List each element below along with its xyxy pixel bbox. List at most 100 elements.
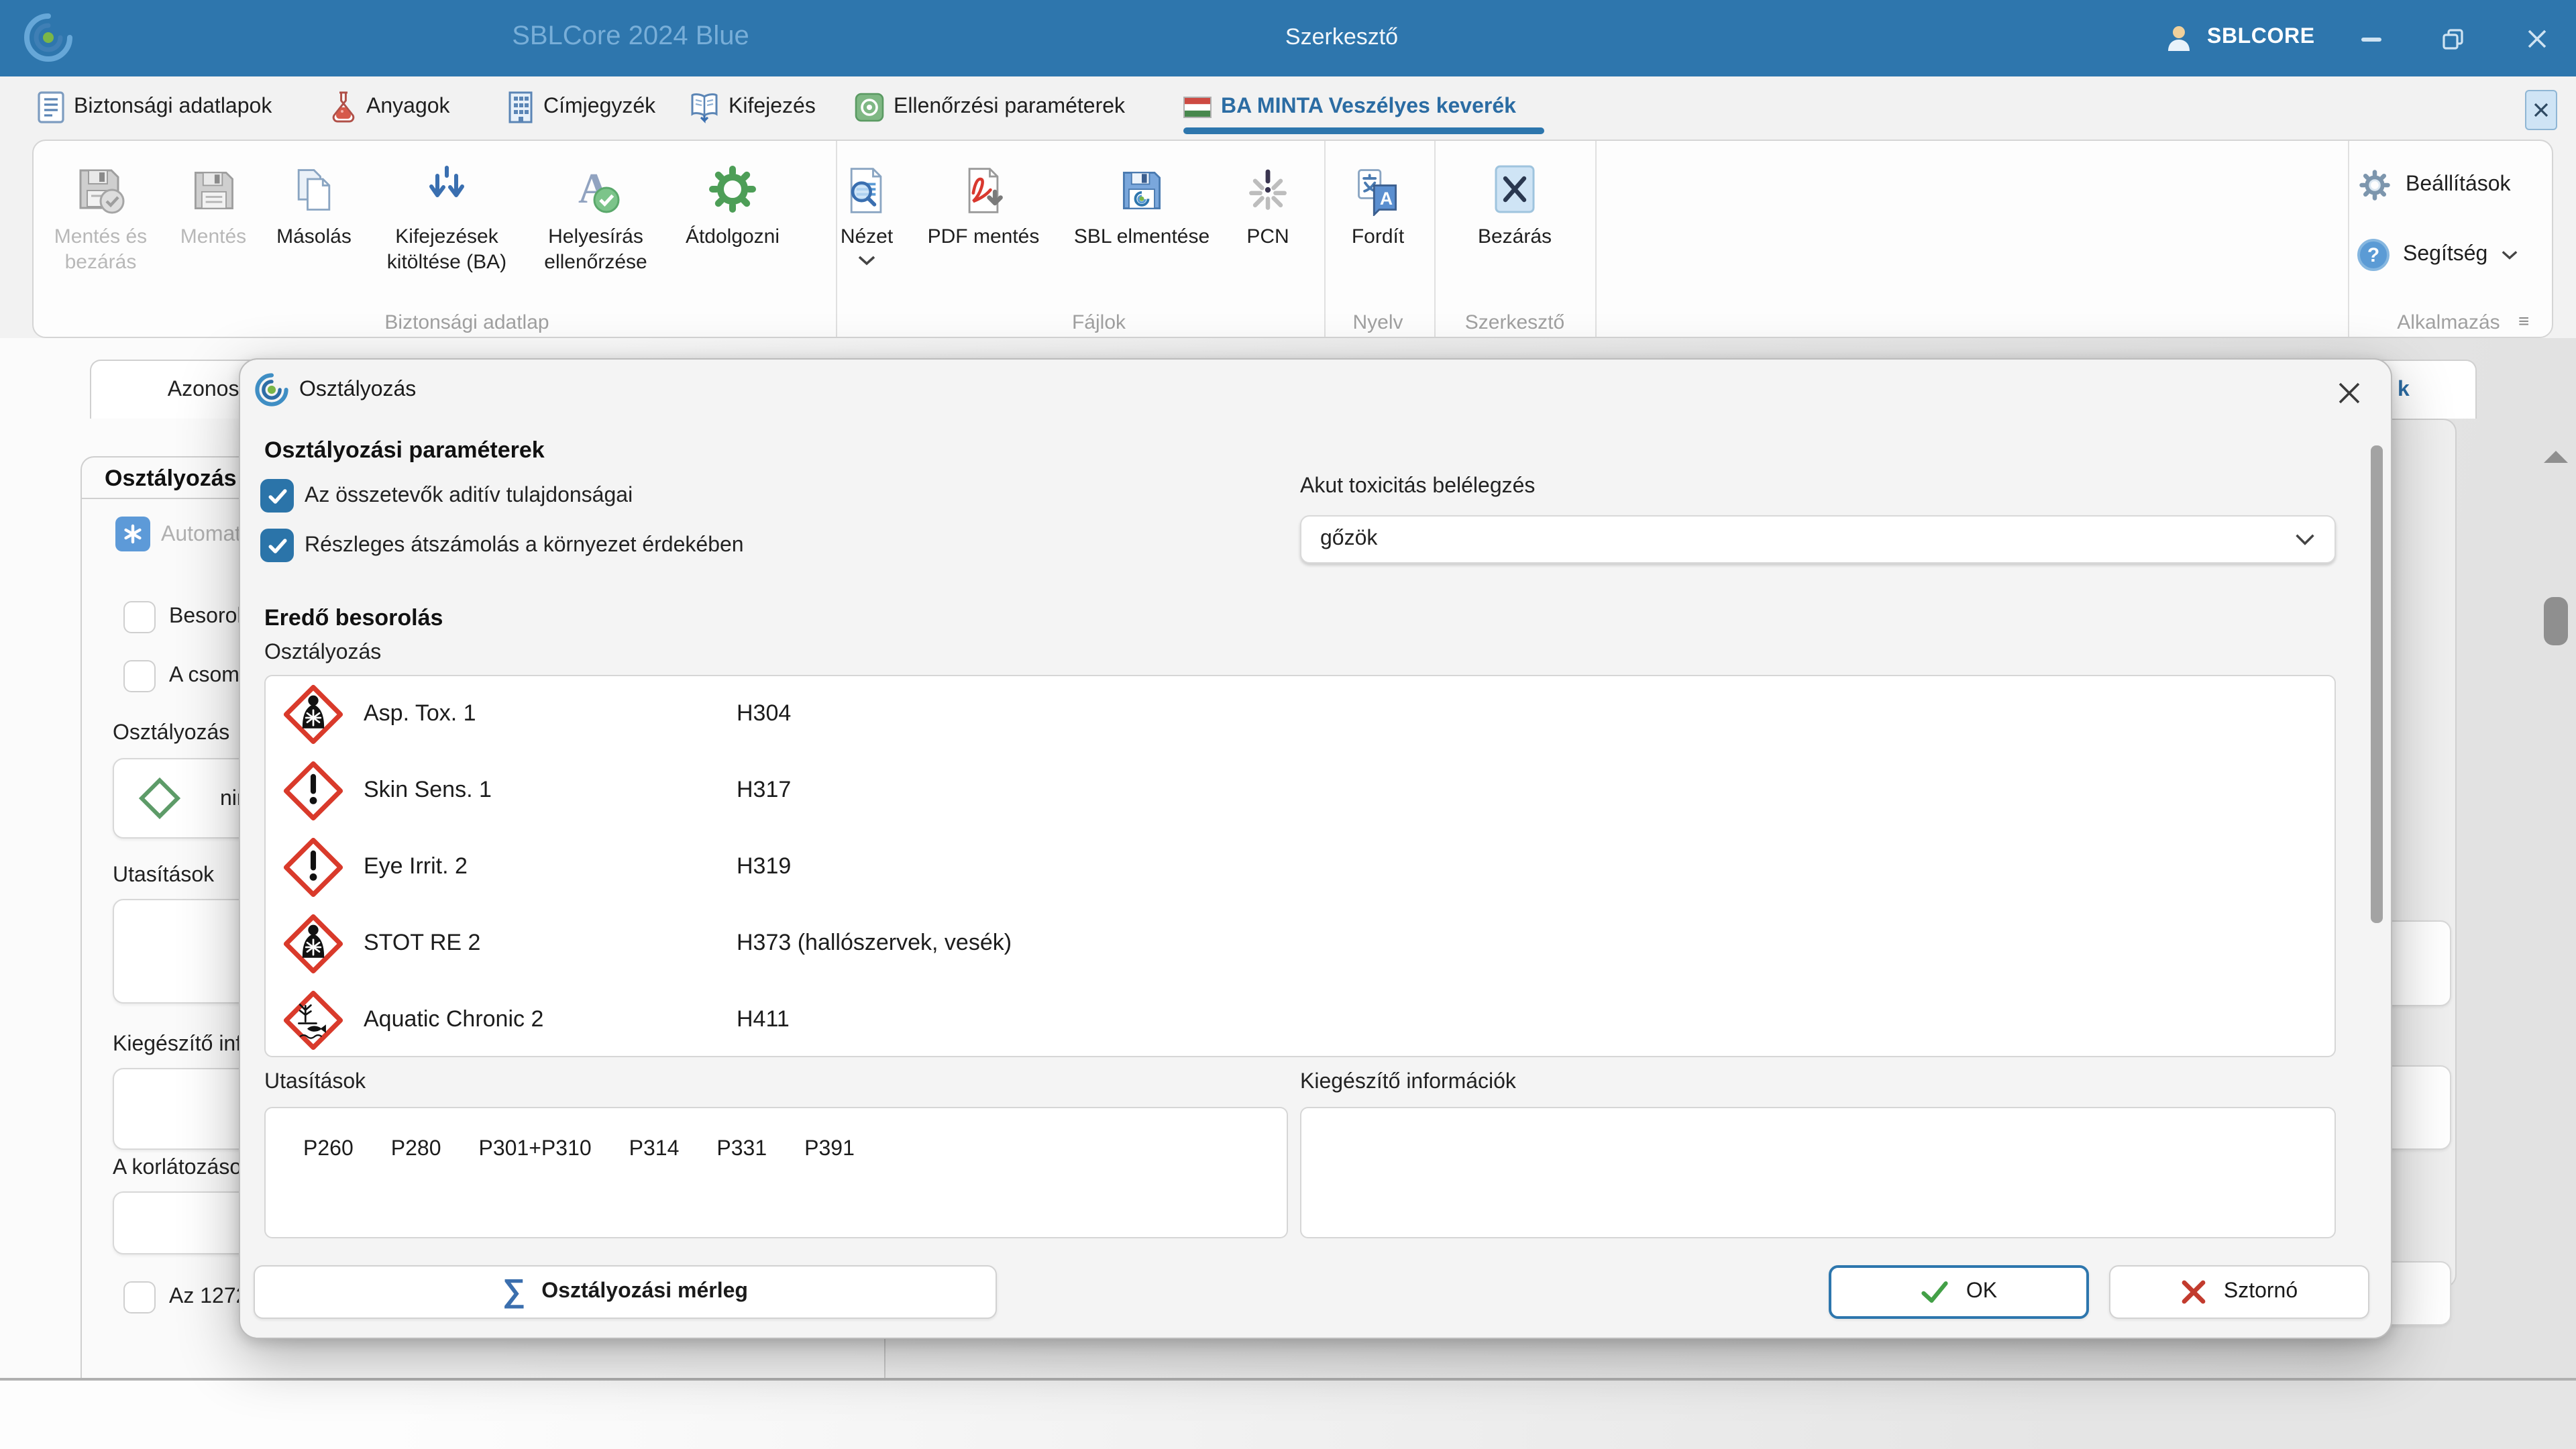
spellcheck-button[interactable]: A Helyesírás ellenőrzése bbox=[522, 149, 669, 310]
control-parameters-icon bbox=[855, 93, 884, 122]
tab-label: Címjegyzék bbox=[543, 95, 655, 119]
active-tab-underline bbox=[1183, 127, 1544, 134]
precautionary-label: Utasítások bbox=[264, 1071, 366, 1095]
help-button[interactable]: ? Segítség bbox=[2357, 239, 2518, 271]
hazard-class-name: Aquatic Chronic 2 bbox=[364, 1006, 543, 1033]
params-heading: Osztályozási paraméterek bbox=[264, 437, 545, 464]
help-label: Segítség bbox=[2403, 243, 2487, 267]
restore-icon bbox=[2441, 28, 2464, 50]
sigma-icon: ∑ bbox=[502, 1276, 525, 1308]
p-code: P260 bbox=[303, 1138, 354, 1237]
inhalation-toxicity-select[interactable]: gőzök bbox=[1300, 515, 2336, 564]
classification-row[interactable]: STOT RE 2 H373 (hallószervek, vesék) bbox=[266, 906, 2334, 982]
hazard-statement-code: H411 bbox=[737, 1006, 790, 1033]
classification-row[interactable]: Skin Sens. 1 H317 bbox=[266, 753, 2334, 829]
classification-balance-button[interactable]: ∑ Osztályozási mérleg bbox=[254, 1265, 997, 1319]
window-bottom-strip bbox=[0, 1381, 2576, 1449]
classification-row[interactable]: Asp. Tox. 1 H304 bbox=[266, 676, 2334, 753]
p-code: P280 bbox=[391, 1138, 441, 1237]
translate-icon: A bbox=[1352, 149, 1403, 216]
save-and-close-button: Mentés és bezárás bbox=[39, 149, 162, 310]
group-menu-icon[interactable]: ≡ bbox=[2518, 310, 2529, 331]
classification-dialog: Osztályozás Osztályozási paraméterek Az … bbox=[239, 358, 2392, 1339]
save-close-icon bbox=[74, 149, 127, 216]
ribbon: Mentés és bezárás Mentés bbox=[32, 140, 2553, 338]
additive-properties-checkbox[interactable] bbox=[260, 479, 294, 513]
settings-gear-icon bbox=[2357, 168, 2392, 203]
copy-button[interactable]: Másolás bbox=[262, 149, 366, 310]
sbl-save-icon bbox=[1116, 149, 1167, 216]
group-label-biztonsagi-adatlap: Biztonsági adatlap bbox=[384, 311, 549, 334]
tab-kifejezes[interactable]: Kifejezés bbox=[690, 85, 816, 130]
p-code: P391 bbox=[804, 1138, 855, 1237]
settings-button[interactable]: Beállítások bbox=[2357, 168, 2511, 203]
tab-ba-minta-veszelyes-keverek[interactable]: BA MINTA Veszélyes keverék bbox=[1183, 85, 1516, 130]
tab-anyagok[interactable]: Anyagok bbox=[330, 85, 450, 130]
ghs-pictogram-icon bbox=[283, 684, 343, 745]
close-icon bbox=[2533, 102, 2549, 118]
rework-button[interactable]: Átdolgozni bbox=[668, 149, 797, 310]
spellcheck-icon: A bbox=[569, 149, 623, 216]
hazard-class-name: Asp. Tox. 1 bbox=[364, 700, 476, 727]
tab-ellenorzesi-parameterek[interactable]: Ellenőrzési paraméterek bbox=[855, 85, 1125, 130]
hazard-statement-code: H373 (hallószervek, vesék) bbox=[737, 930, 1012, 957]
chevron-down-icon bbox=[2501, 250, 2518, 260]
supplementary-info-field[interactable] bbox=[1300, 1107, 2336, 1238]
precautionary-codes-field[interactable]: P260P280P301+P310P314P331P391 bbox=[264, 1107, 1288, 1238]
application-window: SBLCore 2024 Blue Szerkesztő SBLCORE bbox=[0, 0, 2576, 1449]
user-icon bbox=[2163, 21, 2195, 54]
preview-button[interactable]: Nézet bbox=[818, 149, 915, 310]
tab-biztonsagi-adatlapok[interactable]: Biztonsági adatlapok bbox=[38, 85, 272, 130]
preview-icon bbox=[841, 149, 892, 216]
settings-label: Beállítások bbox=[2406, 173, 2511, 197]
selected-value: gőzök bbox=[1320, 527, 1377, 551]
hazard-statement-code: H304 bbox=[737, 700, 791, 727]
maximize-button[interactable] bbox=[2430, 19, 2475, 59]
dialog-scrollbar-thumb[interactable] bbox=[2371, 445, 2383, 923]
close-window-button[interactable] bbox=[2514, 19, 2560, 59]
pdf-save-icon bbox=[958, 149, 1009, 216]
p-code: P331 bbox=[716, 1138, 767, 1237]
group-divider bbox=[1324, 141, 1326, 337]
close-document-tab-button[interactable] bbox=[2525, 90, 2557, 130]
bg-checkbox-1272 bbox=[123, 1281, 156, 1313]
tab-cimjegyzek[interactable]: Címjegyzék bbox=[507, 85, 655, 130]
ok-button[interactable]: OK bbox=[1829, 1265, 2089, 1319]
bg-class-label: Osztályozás bbox=[113, 722, 229, 746]
ok-check-icon bbox=[1921, 1279, 1950, 1305]
hazard-class-name: STOT RE 2 bbox=[364, 930, 480, 957]
classification-row[interactable]: Eye Irrit. 2 H319 bbox=[266, 829, 2334, 906]
partial-conversion-label: Részleges átszámolás a környezet érdekéb… bbox=[305, 534, 744, 558]
tab-label: Anyagok bbox=[366, 95, 450, 119]
main-scrollbar-thumb[interactable] bbox=[2544, 597, 2568, 645]
help-icon: ? bbox=[2357, 239, 2390, 271]
classification-row[interactable]: Aquatic Chronic 2 H411 bbox=[266, 982, 2334, 1057]
bg-checkbox-label: Az 1272 bbox=[169, 1285, 248, 1309]
scrollbar-up-arrow[interactable] bbox=[2544, 451, 2568, 463]
rework-gear-icon bbox=[706, 149, 759, 216]
translate-button[interactable]: A Fordít bbox=[1327, 149, 1429, 310]
cancel-button[interactable]: Sztornó bbox=[2109, 1265, 2369, 1319]
ghs-pictogram-icon bbox=[283, 914, 343, 974]
partial-conversion-checkbox[interactable] bbox=[260, 529, 294, 562]
dialog-close-button[interactable] bbox=[2326, 370, 2372, 416]
account-name[interactable]: SBLCORE bbox=[2207, 25, 2315, 50]
pcn-button[interactable]: PCN bbox=[1224, 149, 1312, 310]
close-editor-button[interactable]: Bezárás bbox=[1445, 149, 1585, 310]
bg-checkbox-besorolas bbox=[123, 601, 156, 633]
flask-icon bbox=[330, 91, 357, 123]
close-editor-icon bbox=[1488, 149, 1542, 216]
fill-phrases-button[interactable]: Kifejezések kitöltése (BA) bbox=[372, 149, 522, 310]
result-heading: Eredő besorolás bbox=[264, 605, 443, 632]
inhalation-toxicity-label: Akut toxicitás belélegzés bbox=[1300, 475, 1535, 499]
sbl-save-button[interactable]: SBL elmentése bbox=[1061, 149, 1222, 310]
group-divider bbox=[1595, 141, 1597, 337]
minimize-button[interactable] bbox=[2348, 19, 2394, 59]
p-code: P314 bbox=[629, 1138, 680, 1237]
pdf-save-button[interactable]: PDF mentés bbox=[916, 149, 1051, 310]
document-tabbar: Biztonsági adatlapok Anyagok Címjegyzék bbox=[0, 76, 2576, 140]
save-icon bbox=[188, 149, 239, 216]
cancel-x-icon bbox=[2181, 1279, 2208, 1305]
classification-list-label: Osztályozás bbox=[264, 641, 381, 665]
bg-checkbox-csomagolas bbox=[123, 660, 156, 692]
